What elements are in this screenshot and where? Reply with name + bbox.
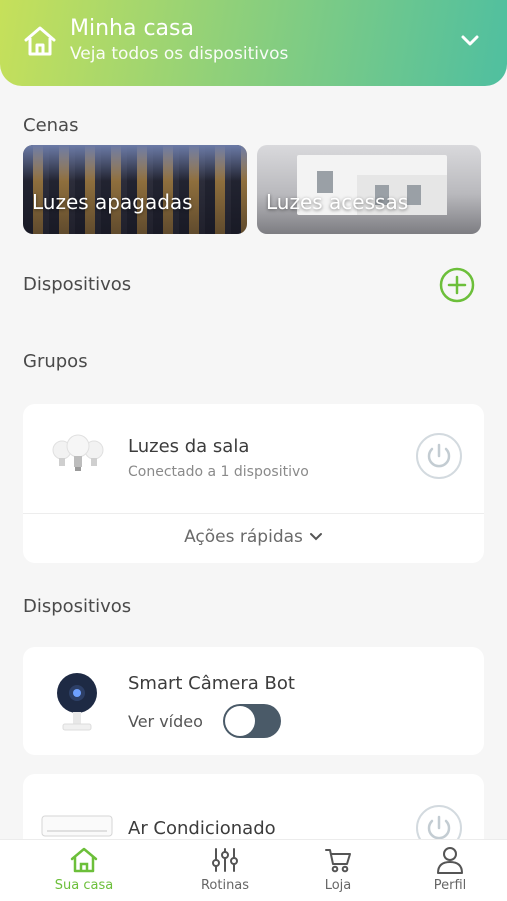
cart-icon — [325, 849, 351, 873]
quick-actions-label: Ações rápidas — [184, 527, 303, 547]
group-name: Luzes da sala — [128, 436, 250, 457]
scene-image — [23, 145, 247, 181]
nav-label: Perfil — [433, 878, 467, 893]
nav-perfil[interactable]: Perfil — [400, 846, 500, 893]
nav-label: Sua casa — [54, 878, 114, 893]
scene-label: Luzes apagadas — [32, 190, 193, 214]
nav-rotinas[interactable]: Rotinas — [175, 846, 275, 893]
scene-label: Luzes acessas — [266, 190, 409, 214]
nav-sua-casa[interactable]: Sua casa — [34, 846, 134, 893]
device-name: Smart Câmera Bot — [128, 673, 295, 694]
power-button[interactable] — [415, 432, 463, 480]
air-conditioner-icon — [41, 815, 113, 837]
group-status: Conectado a 1 dispositivo — [128, 464, 309, 480]
quick-actions-toggle[interactable]: Ações rápidas — [23, 527, 484, 547]
watch-video-toggle[interactable] — [223, 704, 281, 738]
device-name: Ar Condicionado — [128, 818, 276, 839]
group-card[interactable]: Luzes da sala Conectado a 1 dispositivo … — [23, 404, 484, 563]
toggle-knob — [225, 706, 255, 736]
home-title: Minha casa — [70, 16, 194, 41]
nav-label: Rotinas — [200, 878, 250, 893]
scenes-title: Cenas — [23, 115, 79, 136]
light-bulbs-icon — [52, 434, 104, 471]
chevron-down-icon — [309, 533, 322, 541]
camera-icon — [57, 673, 97, 731]
card-divider — [23, 513, 484, 514]
nav-loja[interactable]: Loja — [288, 846, 388, 893]
bottom-navigation: Sua casa Rotinas Loja Perfil — [0, 839, 507, 901]
user-icon — [437, 847, 463, 874]
home-selector-header[interactable]: Minha casa Veja todos os dispositivos — [0, 0, 507, 86]
home-icon — [24, 26, 56, 56]
groups-title: Grupos — [23, 351, 88, 372]
add-device-button[interactable] — [439, 267, 475, 303]
watch-video-label: Ver vídeo — [128, 712, 203, 731]
devices-title: Dispositivos — [23, 596, 132, 617]
nav-label: Loja — [324, 878, 352, 893]
sliders-icon — [212, 848, 238, 872]
device-card-camera[interactable]: Smart Câmera Bot Ver vídeo — [23, 647, 484, 755]
scene-image-window — [407, 185, 421, 205]
chevron-down-icon[interactable] — [458, 28, 482, 52]
scene-lights-on[interactable]: Luzes acessas — [257, 145, 481, 234]
home-subtitle: Veja todos os dispositivos — [70, 44, 289, 64]
devices-header-title: Dispositivos — [23, 274, 132, 295]
scene-lights-off[interactable]: Luzes apagadas — [23, 145, 247, 234]
home-icon — [70, 847, 98, 873]
